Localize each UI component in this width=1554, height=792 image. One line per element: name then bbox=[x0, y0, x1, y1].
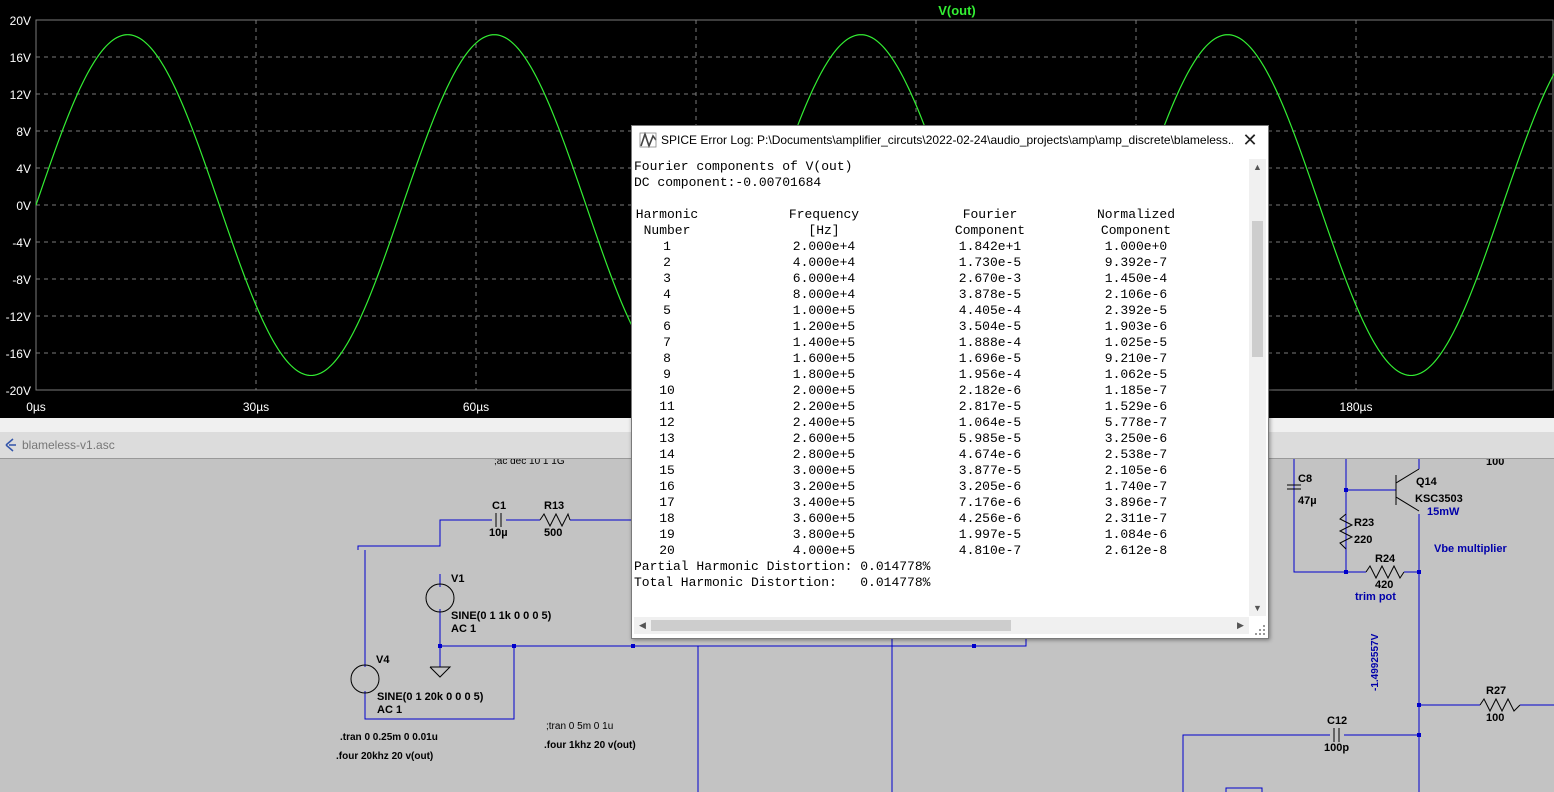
table-row: 10 2.000e+5 2.182e-6 1.185e-7 bbox=[659, 383, 1168, 398]
scroll-right-icon[interactable]: ▶ bbox=[1232, 617, 1249, 634]
v4-value[interactable]: SINE(0 1 20k 0 0 0 5) bbox=[377, 691, 483, 703]
r23-label[interactable]: R23 bbox=[1354, 517, 1374, 529]
v4-ac[interactable]: AC 1 bbox=[377, 704, 402, 716]
table-row: 19 3.800e+5 1.997e-5 1.084e-6 bbox=[659, 527, 1168, 542]
q14-label[interactable]: Q14 bbox=[1416, 476, 1437, 488]
y-tick-label: 20V bbox=[10, 14, 31, 28]
q14-power[interactable]: 15mW bbox=[1427, 506, 1459, 518]
x-tick-label: 0µs bbox=[26, 400, 46, 414]
table-row: 8 1.600e+5 1.696e-5 9.210e-7 bbox=[663, 351, 1168, 366]
table-row: 17 3.400e+5 7.176e-6 3.896e-7 bbox=[659, 495, 1168, 510]
scroll-up-icon[interactable]: ▲ bbox=[1249, 159, 1266, 175]
y-tick-label: 4V bbox=[16, 162, 31, 176]
table-row: 4 8.000e+4 3.878e-5 2.106e-6 bbox=[663, 287, 1168, 302]
table-header-row: Harmonic Frequency Fourier Normalized bbox=[635, 207, 1175, 222]
c12-label[interactable]: C12 bbox=[1327, 715, 1347, 727]
v1-ac[interactable]: AC 1 bbox=[451, 623, 476, 635]
y-tick-label: 0V bbox=[16, 199, 31, 213]
log-text-area[interactable]: Fourier components of V(out) DC componen… bbox=[634, 159, 1248, 616]
ac-directive[interactable]: ;ac dec 10 1 1G bbox=[494, 459, 565, 467]
table-row: 5 1.000e+5 4.405e-4 2.392e-5 bbox=[663, 303, 1168, 318]
y-tick-label: -8V bbox=[12, 273, 31, 287]
vertical-scroll-thumb[interactable] bbox=[1252, 221, 1263, 357]
dialog-title: SPICE Error Log: P:\Documents\amplifier_… bbox=[661, 133, 1233, 147]
x-tick-label: 60µs bbox=[463, 400, 489, 414]
y-tick-label: 8V bbox=[16, 125, 31, 139]
y-tick-label: 12V bbox=[10, 88, 31, 102]
table-row: 9 1.800e+5 1.956e-4 1.062e-5 bbox=[663, 367, 1168, 382]
table-row: 1 2.000e+4 1.842e+1 1.000e+0 bbox=[663, 239, 1168, 254]
vbe-multiplier-label[interactable]: Vbe multiplier bbox=[1434, 543, 1507, 555]
table-row: 20 4.000e+5 4.810e-7 2.612e-8 bbox=[659, 543, 1168, 558]
r23-value[interactable]: 220 bbox=[1354, 534, 1372, 546]
c8-value[interactable]: 47µ bbox=[1298, 495, 1317, 507]
total-harmonic-distortion: Total Harmonic Distortion: 0.014778% bbox=[634, 575, 931, 590]
close-icon[interactable]: ✕ bbox=[1238, 128, 1262, 152]
y-tick-label: -12V bbox=[6, 310, 31, 324]
table-row: 11 2.200e+5 2.817e-5 1.529e-6 bbox=[659, 399, 1168, 414]
r13-value[interactable]: 500 bbox=[544, 527, 562, 539]
r-top-value[interactable]: 100 bbox=[1486, 459, 1504, 468]
scroll-left-icon[interactable]: ◀ bbox=[634, 617, 651, 634]
schematic-icon bbox=[5, 438, 16, 452]
y-tick-label: -16V bbox=[6, 347, 31, 361]
ltspice-icon bbox=[639, 132, 657, 148]
spice-error-log-dialog[interactable]: SPICE Error Log: P:\Documents\amplifier_… bbox=[631, 125, 1269, 639]
c8-label[interactable]: C8 bbox=[1298, 473, 1312, 485]
v4-label[interactable]: V4 bbox=[376, 654, 389, 666]
r24-label[interactable]: R24 bbox=[1375, 553, 1395, 565]
c1-value[interactable]: 10µ bbox=[489, 527, 508, 539]
table-row: 3 6.000e+4 2.670e-3 1.450e-4 bbox=[663, 271, 1168, 286]
y-tick-label: -4V bbox=[12, 236, 31, 250]
four-directive-2[interactable]: .four 1khz 20 v(out) bbox=[544, 740, 636, 751]
table-row: 6 1.200e+5 3.504e-5 1.903e-6 bbox=[663, 319, 1168, 334]
trace-title[interactable]: V(out) bbox=[938, 3, 976, 18]
table-row: 18 3.600e+5 4.256e-6 2.311e-7 bbox=[659, 511, 1168, 526]
v1-value[interactable]: SINE(0 1 1k 0 0 0 5) bbox=[451, 610, 551, 622]
c1-label[interactable]: C1 bbox=[492, 500, 506, 512]
scroll-down-icon[interactable]: ▼ bbox=[1249, 600, 1266, 616]
horizontal-scroll-thumb[interactable] bbox=[651, 620, 1011, 631]
x-tick-label: 180µs bbox=[1340, 400, 1373, 414]
v1-label[interactable]: V1 bbox=[451, 573, 464, 585]
schematic-tab-title[interactable]: blameless-v1.asc bbox=[22, 438, 115, 452]
table-row: 7 1.400e+5 1.888e-4 1.025e-5 bbox=[663, 335, 1168, 350]
r24-value[interactable]: 420 bbox=[1375, 579, 1393, 591]
q14-value[interactable]: KSC3503 bbox=[1415, 493, 1463, 505]
horizontal-scrollbar[interactable]: ◀ ▶ bbox=[634, 617, 1249, 634]
c12-value[interactable]: 100p bbox=[1324, 742, 1349, 754]
table-row: 14 2.800e+5 4.674e-6 2.538e-7 bbox=[659, 447, 1168, 462]
table-header-row: Number [Hz] Component Component bbox=[643, 223, 1172, 238]
y-tick-label: -20V bbox=[6, 384, 31, 398]
log-line: Fourier components of V(out) bbox=[634, 159, 853, 174]
table-row: 16 3.200e+5 3.205e-6 1.740e-7 bbox=[659, 479, 1168, 494]
dialog-titlebar[interactable]: SPICE Error Log: P:\Documents\amplifier_… bbox=[632, 126, 1268, 155]
vertical-scrollbar[interactable]: ▲ ▼ bbox=[1249, 159, 1266, 616]
table-row: 13 2.600e+5 5.985e-5 3.250e-6 bbox=[659, 431, 1168, 446]
tran-directive-1[interactable]: .tran 0 0.25m 0 0.01u bbox=[340, 732, 438, 743]
r27-value[interactable]: 100 bbox=[1486, 712, 1504, 724]
table-row: 15 3.000e+5 3.877e-5 2.105e-6 bbox=[659, 463, 1168, 478]
table-row: 2 4.000e+4 1.730e-5 9.392e-7 bbox=[663, 255, 1168, 270]
trim-pot-label[interactable]: trim pot bbox=[1355, 591, 1396, 603]
r13-label[interactable]: R13 bbox=[544, 500, 564, 512]
resize-grip-icon[interactable] bbox=[1253, 623, 1267, 637]
partial-harmonic-distortion: Partial Harmonic Distortion: 0.014778% bbox=[634, 559, 931, 574]
node-voltage-label[interactable]: -1.4992557V bbox=[1370, 634, 1381, 691]
log-line: DC component:-0.00701684 bbox=[634, 175, 822, 190]
r27-label[interactable]: R27 bbox=[1486, 685, 1506, 697]
table-row: 12 2.400e+5 1.064e-5 5.778e-7 bbox=[659, 415, 1168, 430]
x-tick-label: 30µs bbox=[243, 400, 269, 414]
y-tick-label: 16V bbox=[10, 51, 31, 65]
tran-directive-2[interactable]: ;tran 0 5m 0 1u bbox=[546, 721, 613, 732]
four-directive-1[interactable]: .four 20khz 20 v(out) bbox=[336, 751, 433, 762]
